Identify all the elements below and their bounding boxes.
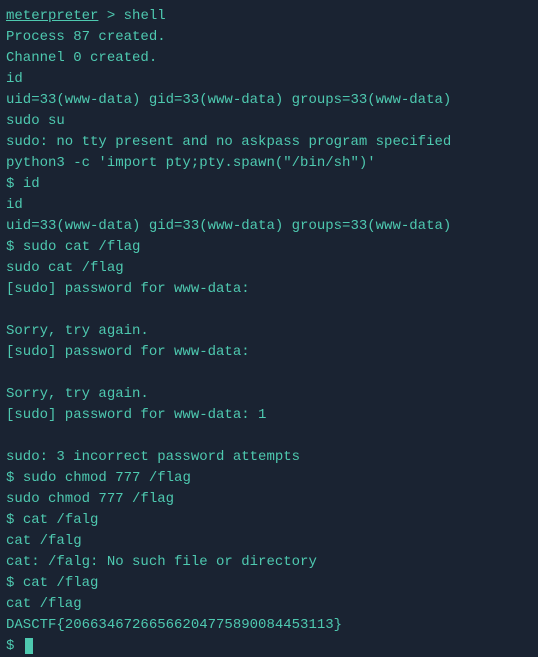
terminal-line: [sudo] password for www-data: bbox=[6, 342, 532, 363]
terminal-line: meterpreter > shell bbox=[6, 6, 532, 27]
terminal-line: id bbox=[6, 69, 532, 90]
terminal-line: $ cat /falg bbox=[6, 510, 532, 531]
terminal-line: Process 87 created. bbox=[6, 27, 532, 48]
cursor-icon[interactable] bbox=[25, 638, 33, 654]
output-text: uid=33(www-data) gid=33(www-data) groups… bbox=[6, 92, 451, 108]
output-text: DASCTF{20663467266566204775890084453113} bbox=[6, 617, 342, 633]
command: cat /flag bbox=[23, 575, 99, 591]
shell-prompt: $ bbox=[6, 575, 23, 591]
terminal-line bbox=[6, 426, 532, 447]
terminal-line: [sudo] password for www-data: bbox=[6, 279, 532, 300]
terminal-line: uid=33(www-data) gid=33(www-data) groups… bbox=[6, 90, 532, 111]
output-text: Sorry, try again. bbox=[6, 386, 149, 402]
terminal-line: [sudo] password for www-data: 1 bbox=[6, 405, 532, 426]
terminal-line: sudo cat /flag bbox=[6, 258, 532, 279]
terminal-line: uid=33(www-data) gid=33(www-data) groups… bbox=[6, 216, 532, 237]
output-text: sudo cat /flag bbox=[6, 260, 124, 276]
terminal-line bbox=[6, 300, 532, 321]
command: id bbox=[23, 176, 40, 192]
terminal-line: sudo: 3 incorrect password attempts bbox=[6, 447, 532, 468]
terminal-line: DASCTF{20663467266566204775890084453113} bbox=[6, 615, 532, 636]
terminal-line: python3 -c 'import pty;pty.spawn("/bin/s… bbox=[6, 153, 532, 174]
output-text: sudo: no tty present and no askpass prog… bbox=[6, 134, 451, 150]
terminal-line: Sorry, try again. bbox=[6, 384, 532, 405]
output-text: id bbox=[6, 71, 23, 87]
output-text: id bbox=[6, 197, 23, 213]
shell-prompt: $ bbox=[6, 239, 23, 255]
shell-prompt: $ bbox=[6, 638, 23, 654]
shell-prompt: $ bbox=[6, 470, 23, 486]
output-text: [sudo] password for www-data: 1 bbox=[6, 407, 266, 423]
terminal-line: Channel 0 created. bbox=[6, 48, 532, 69]
shell-prompt: $ bbox=[6, 176, 23, 192]
output-text: sudo su bbox=[6, 113, 65, 129]
command: cat /falg bbox=[23, 512, 99, 528]
terminal-line: cat /flag bbox=[6, 594, 532, 615]
terminal-line: cat /falg bbox=[6, 531, 532, 552]
terminal-output[interactable]: meterpreter > shell Process 87 created. Ch… bbox=[6, 6, 532, 657]
terminal-line: cat: /falg: No such file or directory bbox=[6, 552, 532, 573]
shell-prompt: $ bbox=[6, 512, 23, 528]
terminal-line: $ sudo chmod 777 /flag bbox=[6, 468, 532, 489]
output-text: sudo chmod 777 /flag bbox=[6, 491, 174, 507]
output-text: cat /falg bbox=[6, 533, 82, 549]
output-text: Channel 0 created. bbox=[6, 50, 157, 66]
output-text: Sorry, try again. bbox=[6, 323, 149, 339]
command: shell bbox=[124, 8, 166, 24]
command: sudo chmod 777 /flag bbox=[23, 470, 191, 486]
terminal-line: sudo su bbox=[6, 111, 532, 132]
command: sudo cat /flag bbox=[23, 239, 141, 255]
terminal-line: $ sudo cat /flag bbox=[6, 237, 532, 258]
terminal-line: Sorry, try again. bbox=[6, 321, 532, 342]
output-text: [sudo] password for www-data: bbox=[6, 281, 250, 297]
prompt: meterpreter bbox=[6, 8, 98, 24]
terminal-line: id bbox=[6, 195, 532, 216]
terminal-line: $ bbox=[6, 636, 532, 657]
output-text: sudo: 3 incorrect password attempts bbox=[6, 449, 300, 465]
output-text: uid=33(www-data) gid=33(www-data) groups… bbox=[6, 218, 451, 234]
terminal-line: sudo: no tty present and no askpass prog… bbox=[6, 132, 532, 153]
terminal-line bbox=[6, 363, 532, 384]
terminal-line: sudo chmod 777 /flag bbox=[6, 489, 532, 510]
output-text: Process 87 created. bbox=[6, 29, 166, 45]
output-text: [sudo] password for www-data: bbox=[6, 344, 250, 360]
output-text: cat /flag bbox=[6, 596, 82, 612]
terminal-line: $ id bbox=[6, 174, 532, 195]
terminal-line: $ cat /flag bbox=[6, 573, 532, 594]
output-text: cat: /falg: No such file or directory bbox=[6, 554, 317, 570]
prompt-separator: > bbox=[98, 8, 123, 24]
output-text: python3 -c 'import pty;pty.spawn("/bin/s… bbox=[6, 155, 376, 171]
